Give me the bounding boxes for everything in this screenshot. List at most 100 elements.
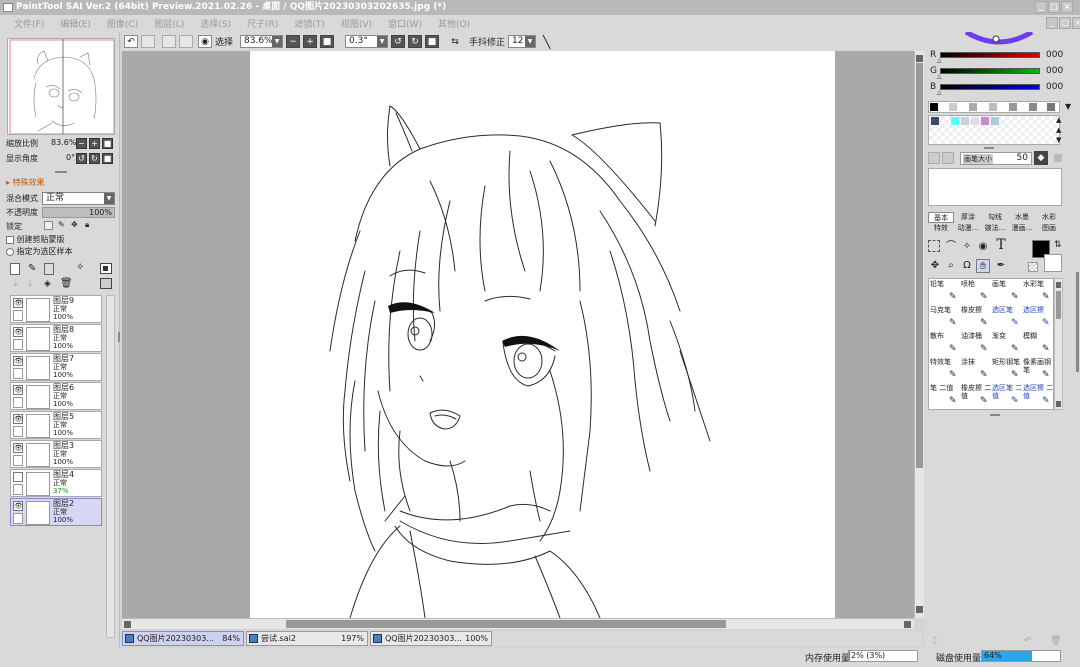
- brush-slot[interactable]: 选区笔 二值 ✎: [992, 384, 1023, 407]
- layer-row[interactable]: 👁︎ 图层6 正常 100%: [10, 382, 102, 410]
- document-tab[interactable]: QQ图片20230303... 100%: [370, 631, 492, 646]
- selection-source-radio[interactable]: [6, 247, 14, 256]
- bottom-delete-icon[interactable]: 🗑︎: [1050, 636, 1061, 646]
- rotate-right-button[interactable]: ↻: [408, 35, 423, 48]
- layer-lock-icon[interactable]: [13, 368, 23, 379]
- brush-slot[interactable]: 橡皮擦 二值 ✎: [961, 384, 992, 407]
- flip-icon[interactable]: ⇆: [448, 35, 462, 48]
- brush-slot[interactable]: 矩形钢笔 ✎: [992, 358, 1023, 381]
- lock-paint-icon[interactable]: ✎: [58, 220, 65, 229]
- transparent-color[interactable]: [1028, 262, 1038, 272]
- document-tab[interactable]: 尝试.sai2 197%: [246, 631, 368, 646]
- brush-slot[interactable]: 选区笔 ✎: [992, 306, 1023, 329]
- brush-size-down[interactable]: [928, 152, 940, 164]
- layer-lock-icon[interactable]: [13, 339, 23, 350]
- nav-zoom-out-button[interactable]: −: [76, 138, 87, 149]
- layer-lock-icon[interactable]: [13, 426, 23, 437]
- tool-tab[interactable]: 勾线: [982, 212, 1008, 223]
- brush-slot[interactable]: 特效笔 ✎: [930, 358, 961, 381]
- color-history[interactable]: [928, 101, 1060, 113]
- magic-wand-icon[interactable]: ✧: [960, 240, 974, 254]
- swap-colors-icon[interactable]: ⇅: [1054, 240, 1062, 250]
- brush-slot[interactable]: 涂抹 ✎: [961, 358, 992, 381]
- background-color[interactable]: [1044, 254, 1062, 272]
- vscroll-down-icon[interactable]: [916, 606, 923, 613]
- menu-file[interactable]: 文件(F): [14, 17, 44, 30]
- bucket-icon[interactable]: ◉: [976, 240, 990, 254]
- new-layer-icon[interactable]: [10, 263, 20, 275]
- layer-list-scrollbar[interactable]: [106, 295, 115, 638]
- blend-mode-select[interactable]: 正常 ▼: [42, 192, 115, 205]
- tool-tab[interactable]: 图画: [1036, 223, 1062, 234]
- layer-row[interactable]: 👁︎ 图层5 正常 100%: [10, 411, 102, 439]
- transfer-down-icon[interactable]: ⇣: [12, 279, 20, 289]
- effects-header[interactable]: ▸ 特殊效果: [6, 177, 45, 188]
- bottom-undo-icon[interactable]: ↶: [1024, 636, 1032, 646]
- swatch-scroll-up-icon[interactable]: ▲: [1056, 116, 1061, 124]
- layer-visibility-icon[interactable]: 👁︎: [13, 356, 23, 366]
- menu-filter[interactable]: 滤镜(T): [294, 17, 325, 30]
- menu-other[interactable]: 其他(O): [438, 17, 470, 30]
- brush-slot[interactable]: 橡皮擦 ✎: [961, 306, 992, 329]
- swatch-scroll-down-icon[interactable]: ▼: [1056, 136, 1061, 144]
- lock-transparency-icon[interactable]: [44, 221, 53, 230]
- brush-slot[interactable]: 选区擦 ✎: [1023, 306, 1054, 329]
- menu-image[interactable]: 图像(C): [107, 17, 138, 30]
- zoom-icon[interactable]: ⌕: [944, 259, 958, 273]
- layer-lock-icon[interactable]: [13, 455, 23, 466]
- layer-visibility-icon[interactable]: 👁︎: [13, 298, 23, 308]
- eyedropper-icon[interactable]: ✒: [994, 259, 1008, 273]
- menu-layer[interactable]: 图层(L): [154, 17, 184, 30]
- clip-mask-checkbox[interactable]: [6, 235, 14, 244]
- menu-window[interactable]: 窗口(W): [388, 17, 422, 30]
- maximize-button[interactable]: □: [1048, 1, 1060, 13]
- layer-row[interactable]: 👁︎ 图层3 正常 100%: [10, 440, 102, 468]
- zoom-in-button[interactable]: +: [303, 35, 318, 48]
- deselect-icon[interactable]: [162, 35, 176, 48]
- tool-tab[interactable]: 水彩: [1036, 212, 1062, 223]
- tool-tab[interactable]: 漫画...: [1009, 223, 1035, 234]
- menu-select[interactable]: 选择(S): [200, 17, 231, 30]
- layer-visibility-icon[interactable]: 👁︎: [13, 414, 23, 424]
- red-slider[interactable]: [940, 52, 1040, 58]
- rotate-icon[interactable]: Ω: [960, 259, 974, 273]
- layer-row[interactable]: 👁︎ 图层9 正常 100%: [10, 295, 102, 323]
- undo-icon[interactable]: ↶: [124, 35, 138, 48]
- brush-slot[interactable]: 铅笔 ✎: [930, 280, 961, 303]
- layer-mask-icon[interactable]: [100, 263, 112, 274]
- lasso-icon[interactable]: ⌒: [944, 240, 958, 254]
- tool-tab[interactable]: 动漫...: [955, 223, 981, 234]
- layer-visibility-icon[interactable]: [13, 472, 23, 482]
- color-splitter[interactable]: [984, 147, 994, 149]
- doc-close-button[interactable]: ×: [1072, 17, 1080, 29]
- swatch-grid[interactable]: [928, 115, 1060, 145]
- brush-scroll-down-icon[interactable]: [1056, 401, 1061, 407]
- move-icon[interactable]: ✥: [928, 259, 942, 273]
- vscroll-up-icon[interactable]: [916, 55, 923, 62]
- menu-ruler[interactable]: 尺子(R): [247, 17, 278, 30]
- tool-tab[interactable]: 特效: [928, 223, 954, 234]
- opacity-slider[interactable]: 100%: [42, 207, 115, 218]
- green-slider[interactable]: [940, 68, 1040, 74]
- brush-slot[interactable]: 模糊 ✎: [1023, 332, 1054, 355]
- brush-menu-icon[interactable]: [1054, 154, 1062, 162]
- angle-combo[interactable]: 0.3° ▼: [345, 35, 389, 48]
- brush-size-up[interactable]: [942, 152, 954, 164]
- lock-move-icon[interactable]: ✥: [71, 220, 78, 229]
- layer-visibility-icon[interactable]: 👁︎: [13, 327, 23, 337]
- doc-minimize-button[interactable]: _: [1046, 17, 1058, 29]
- layer-row[interactable]: 图层4 正常 37%: [10, 469, 102, 497]
- merge-down-icon[interactable]: ⤓: [28, 279, 32, 289]
- brush-slot[interactable]: 散布 ✎: [930, 332, 961, 355]
- brush-slot[interactable]: 马克笔 ✎: [930, 306, 961, 329]
- layer-lock-icon[interactable]: [13, 513, 23, 524]
- navigator-preview[interactable]: [7, 38, 115, 135]
- nav-rotate-reset-button[interactable]: ■: [102, 153, 113, 164]
- rect-select-icon[interactable]: [928, 240, 940, 252]
- minimize-button[interactable]: _: [1035, 1, 1047, 13]
- tool-tab[interactable]: 厚涂: [955, 212, 981, 223]
- drawing-canvas[interactable]: [250, 51, 835, 618]
- menu-edit[interactable]: 编辑(E): [60, 17, 91, 30]
- selection-source-row[interactable]: 指定为选区样本: [6, 246, 73, 257]
- effects-icon[interactable]: ✧: [76, 262, 84, 273]
